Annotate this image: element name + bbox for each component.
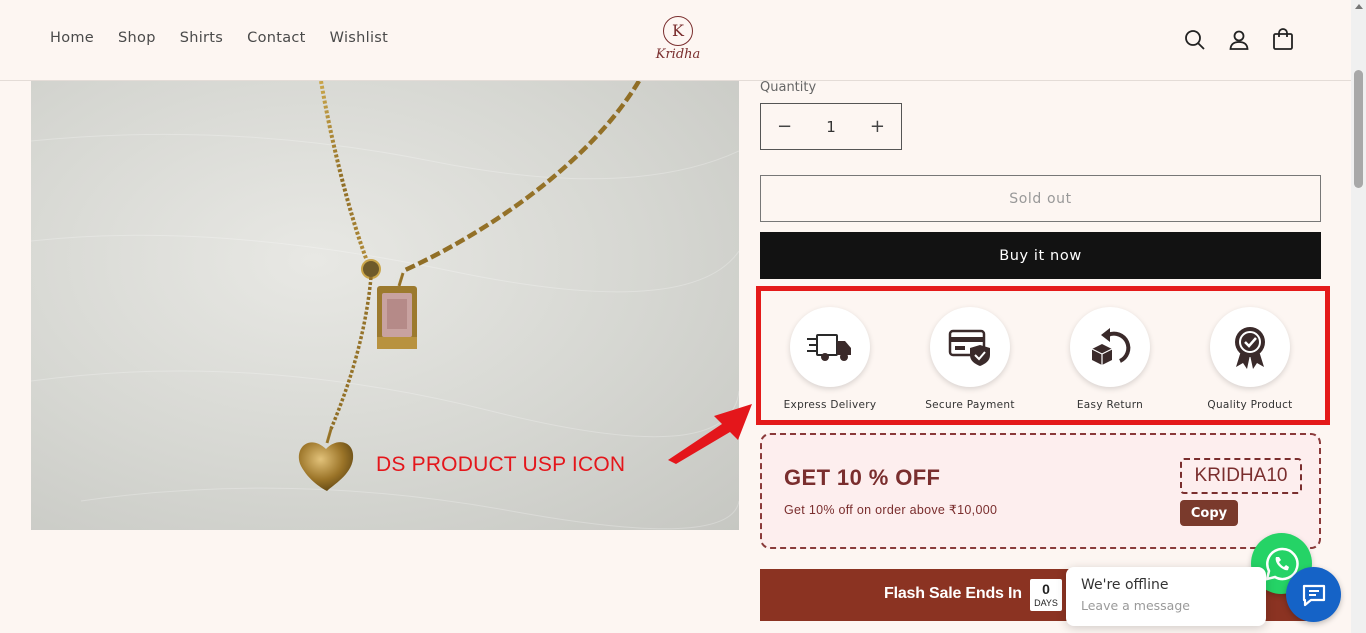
account-icon[interactable] <box>1227 28 1251 52</box>
nav-wishlist[interactable]: Wishlist <box>330 30 389 46</box>
delivery-truck-icon <box>790 307 870 387</box>
usp-highlight-box: Express Delivery Secure Payment Easy Ret… <box>756 286 1330 425</box>
coupon-subtitle: Get 10% off on order above ₹10,000 <box>784 503 998 517</box>
usp-express-delivery: Express Delivery <box>770 307 890 411</box>
cart-icon[interactable] <box>1271 28 1295 52</box>
chat-launcher-button[interactable] <box>1286 567 1341 622</box>
return-box-icon <box>1070 307 1150 387</box>
usp-label: Quality Product <box>1207 399 1293 411</box>
increase-quantity-button[interactable]: + <box>870 116 885 137</box>
copy-coupon-button[interactable]: Copy <box>1180 500 1238 526</box>
countdown-days: 0 DAYS <box>1030 579 1062 611</box>
logo-text: Kridha <box>655 47 701 62</box>
search-icon[interactable] <box>1183 28 1207 52</box>
annotation-label: DS PRODUCT USP ICON <box>376 453 626 476</box>
page-scrollbar[interactable] <box>1351 0 1366 633</box>
scroll-up-arrow-icon[interactable] <box>1354 4 1363 9</box>
usp-easy-return: Easy Return <box>1050 307 1170 411</box>
nav-shirts[interactable]: Shirts <box>180 30 223 46</box>
buy-it-now-button[interactable]: Buy it now <box>760 232 1321 279</box>
coupon-card: GET 10 % OFF Get 10% off on order above … <box>760 433 1321 549</box>
scroll-thumb[interactable] <box>1354 70 1363 188</box>
logo-initial: K <box>672 21 684 40</box>
quantity-label: Quantity <box>760 80 817 95</box>
site-header: Home Shop Shirts Contact Wishlist K Krid… <box>0 0 1351 81</box>
usp-quality-product: Quality Product <box>1190 307 1310 411</box>
decrease-quantity-button[interactable]: − <box>777 116 792 137</box>
flash-sale-label: Flash Sale Ends In <box>884 585 1022 602</box>
quality-badge-icon <box>1210 307 1290 387</box>
nav-shop[interactable]: Shop <box>118 30 156 46</box>
chat-status: We're offline <box>1081 577 1169 593</box>
coupon-code[interactable]: KRIDHA10 <box>1180 458 1302 494</box>
countdown-days-value: 0 <box>1042 581 1050 597</box>
site-logo[interactable]: K Kridha <box>650 16 706 66</box>
main-nav: Home Shop Shirts Contact Wishlist <box>50 30 412 46</box>
countdown-days-unit: DAYS <box>1034 598 1058 608</box>
secure-card-icon <box>930 307 1010 387</box>
chat-icon <box>1302 584 1325 606</box>
nav-home[interactable]: Home <box>50 30 94 46</box>
chat-prompt: Leave a message <box>1081 598 1190 613</box>
coupon-title: GET 10 % OFF <box>784 465 941 490</box>
offline-chat-bubble[interactable]: We're offline Leave a message <box>1066 567 1266 626</box>
usp-label: Express Delivery <box>783 399 877 411</box>
usp-label: Secure Payment <box>925 399 1015 411</box>
quantity-stepper[interactable]: − 1 + <box>760 103 902 150</box>
usp-label: Easy Return <box>1076 399 1144 411</box>
annotation-arrow-icon <box>668 404 752 464</box>
sold-out-button[interactable]: Sold out <box>760 175 1321 222</box>
quantity-value[interactable]: 1 <box>826 118 836 136</box>
nav-contact[interactable]: Contact <box>247 30 306 46</box>
usp-secure-payment: Secure Payment <box>910 307 1030 411</box>
logo-mark: K <box>663 16 693 46</box>
